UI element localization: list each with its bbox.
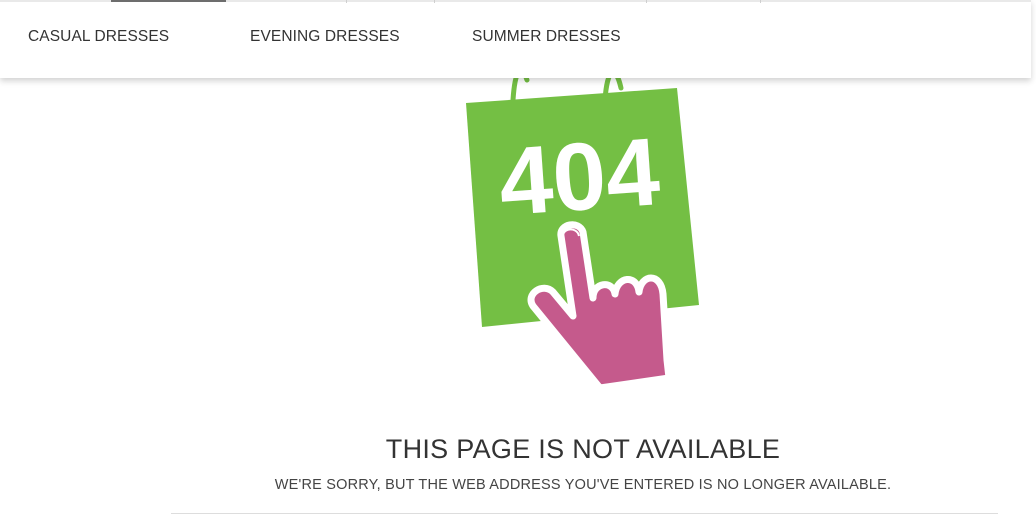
error-code: 404 [496,118,663,236]
top-menu-active-indicator [111,0,226,2]
submenu-item-summer-dresses[interactable]: SUMMER DRESSES [472,28,621,46]
page-title: THIS PAGE IS NOT AVAILABLE [385,434,781,464]
submenu-item-evening-dresses[interactable]: EVENING DRESSES [250,28,400,46]
error-message: WE'RE SORRY, BUT THE WEB ADDRESS YOU'VE … [274,477,892,493]
top-menu-separator [434,0,435,3]
top-menu-separator [346,0,347,3]
divider [171,513,998,514]
dresses-submenu: CASUAL DRESSES EVENING DRESSES SUMMER DR… [0,0,1031,78]
submenu-item-casual-dresses[interactable]: CASUAL DRESSES [28,28,169,46]
top-menu-separator [760,0,761,3]
shopping-bag-404-icon: 404 [466,68,699,392]
top-menu-separator [646,0,647,3]
page: CASUAL DRESSES EVENING DRESSES SUMMER DR… [0,0,1036,522]
